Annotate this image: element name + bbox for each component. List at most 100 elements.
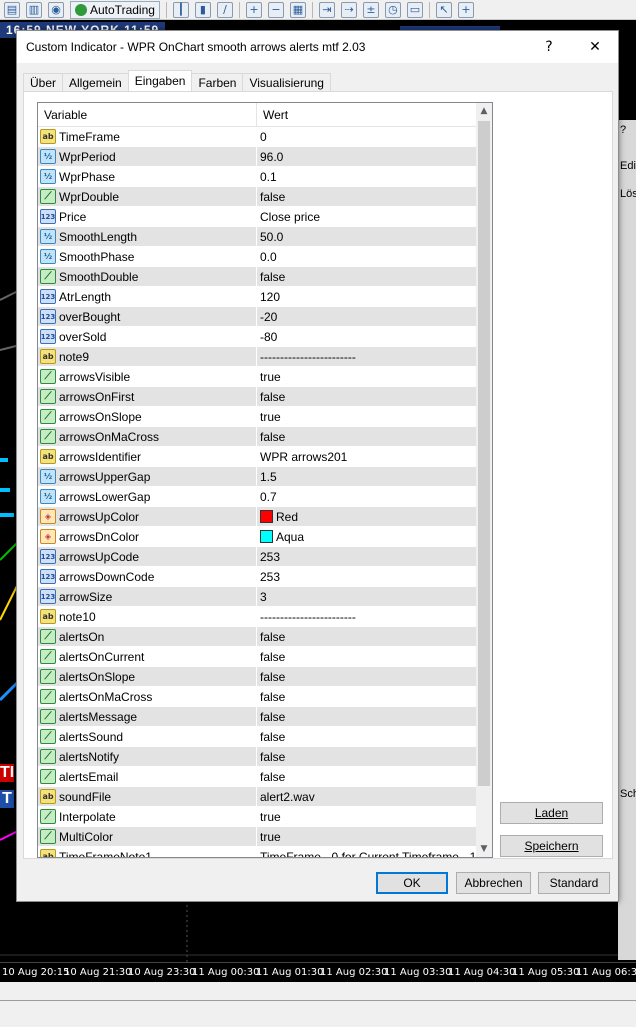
input-row[interactable]: ½ SmoothLength 50.0	[38, 227, 476, 247]
value-cell[interactable]: 50.0	[257, 227, 476, 246]
input-row[interactable]: ⟋ Interpolate true	[38, 807, 476, 827]
help-button[interactable]: ?	[526, 31, 572, 63]
value-cell[interactable]: 0.0	[257, 247, 476, 266]
input-row[interactable]: 123 Price Close price	[38, 207, 476, 227]
scroll-thumb[interactable]	[478, 121, 490, 786]
ok-button[interactable]: OK	[376, 872, 448, 894]
input-row[interactable]: ◈ arrowsUpColor Red	[38, 507, 476, 527]
save-button[interactable]: Speichern	[500, 835, 603, 857]
tab-allgemein[interactable]: Allgemein	[62, 73, 129, 91]
value-cell[interactable]: false	[257, 767, 476, 786]
input-row[interactable]: 123 AtrLength 120	[38, 287, 476, 307]
column-header-variable[interactable]: Variable	[38, 103, 257, 126]
templates-icon[interactable]: ▭	[406, 1, 423, 18]
candle-chart-icon[interactable]: ▮	[194, 1, 211, 18]
value-cell[interactable]: 3	[257, 587, 476, 606]
input-row[interactable]: ab TimeFrameNote1 TimeFrame - 0 for Curren…	[38, 847, 476, 857]
new-order-icon[interactable]: ▤	[4, 1, 20, 18]
load-button[interactable]: Laden	[500, 802, 603, 824]
input-row[interactable]: ⟋ arrowsVisible true	[38, 367, 476, 387]
input-row[interactable]: 123 overSold -80	[38, 327, 476, 347]
input-row[interactable]: ⟋ alertsOnCurrent false	[38, 647, 476, 667]
input-row[interactable]: ⟋ alertsOn false	[38, 627, 476, 647]
chart-shift-icon[interactable]: ⇥	[318, 1, 335, 18]
crosshair-icon[interactable]: +	[457, 1, 474, 18]
input-row[interactable]: ⟋ alertsOnMaCross false	[38, 687, 476, 707]
input-row[interactable]: 123 arrowSize 3	[38, 587, 476, 607]
chart-window-icon[interactable]: ▥	[26, 1, 42, 18]
value-cell[interactable]: true	[257, 407, 476, 426]
input-row[interactable]: ⟋ WprDouble false	[38, 187, 476, 207]
value-cell[interactable]: false	[257, 647, 476, 666]
line-chart-icon[interactable]: ∕	[216, 1, 233, 18]
value-cell[interactable]: 120	[257, 287, 476, 306]
tile-windows-icon[interactable]: ▦	[289, 1, 306, 18]
zoom-in-icon[interactable]: +	[245, 1, 262, 18]
value-cell[interactable]: 1.5	[257, 467, 476, 486]
input-row[interactable]: ⟋ alertsNotify false	[38, 747, 476, 767]
column-header-value[interactable]: Wert	[257, 103, 476, 126]
value-cell[interactable]: true	[257, 827, 476, 846]
value-cell[interactable]: false	[257, 427, 476, 446]
scroll-up-icon[interactable]: ▲	[476, 103, 492, 119]
value-cell[interactable]: false	[257, 747, 476, 766]
value-cell[interactable]: -80	[257, 327, 476, 346]
value-cell[interactable]: false	[257, 187, 476, 206]
value-cell[interactable]: WPR arrows201	[257, 447, 476, 466]
input-row[interactable]: ½ arrowsUpperGap 1.5	[38, 467, 476, 487]
value-cell[interactable]: ------------------------	[257, 607, 476, 626]
value-cell[interactable]: false	[257, 727, 476, 746]
value-cell[interactable]: TimeFrame - 0 for Current Timeframe - 1 …	[257, 847, 476, 858]
reset-button[interactable]: Standard	[538, 872, 610, 894]
scroll-down-icon[interactable]: ▼	[476, 841, 492, 857]
input-row[interactable]: ⟋ SmoothDouble false	[38, 267, 476, 287]
input-row[interactable]: ⟋ alertsOnSlope false	[38, 667, 476, 687]
input-row[interactable]: ab note10 ------------------------	[38, 607, 476, 627]
value-cell[interactable]: false	[257, 627, 476, 646]
value-cell[interactable]: Red	[257, 507, 476, 526]
value-cell[interactable]: false	[257, 267, 476, 286]
value-cell[interactable]: 253	[257, 567, 476, 586]
value-cell[interactable]: Aqua	[257, 527, 476, 546]
value-cell[interactable]: true	[257, 807, 476, 826]
input-row[interactable]: ⟋ alertsMessage false	[38, 707, 476, 727]
value-cell[interactable]: 253	[257, 547, 476, 566]
zoom-out-icon[interactable]: −	[267, 1, 284, 18]
input-row[interactable]: ⟋ alertsSound false	[38, 727, 476, 747]
cursor-icon[interactable]: ↖	[435, 1, 452, 18]
value-cell[interactable]: false	[257, 387, 476, 406]
input-row[interactable]: ⟋ alertsEmail false	[38, 767, 476, 787]
input-row[interactable]: ⟋ arrowsOnFirst false	[38, 387, 476, 407]
value-cell[interactable]: alert2.wav	[257, 787, 476, 806]
input-row[interactable]: 123 overBought -20	[38, 307, 476, 327]
value-cell[interactable]: 96.0	[257, 147, 476, 166]
input-row[interactable]: ½ arrowsLowerGap 0.7	[38, 487, 476, 507]
add-indicator-icon[interactable]: ±	[362, 1, 379, 18]
input-row[interactable]: ab note9 ------------------------	[38, 347, 476, 367]
dialog-titlebar[interactable]: Custom Indicator - WPR OnChart smooth ar…	[17, 31, 618, 63]
value-cell[interactable]: 0	[257, 127, 476, 146]
input-row[interactable]: ab soundFile alert2.wav	[38, 787, 476, 807]
input-row[interactable]: ⟋ arrowsOnMaCross false	[38, 427, 476, 447]
input-row[interactable]: ab TimeFrame 0	[38, 127, 476, 147]
input-row[interactable]: ½ WprPeriod 96.0	[38, 147, 476, 167]
input-row[interactable]: ab arrowsIdentifier WPR arrows201	[38, 447, 476, 467]
autotrading-button[interactable]: AutoTrading	[70, 0, 160, 19]
value-cell[interactable]: false	[257, 667, 476, 686]
cancel-button[interactable]: Abbrechen	[456, 872, 531, 894]
input-row[interactable]: 123 arrowsDownCode 253	[38, 567, 476, 587]
input-row[interactable]: ⟋ MultiColor true	[38, 827, 476, 847]
close-button[interactable]: ✕	[572, 31, 618, 63]
tab-über[interactable]: Über	[23, 73, 64, 91]
value-cell[interactable]: 0.1	[257, 167, 476, 186]
value-cell[interactable]: Close price	[257, 207, 476, 226]
tab-eingaben[interactable]: Eingaben	[127, 70, 193, 91]
input-row[interactable]: ½ WprPhase 0.1	[38, 167, 476, 187]
input-row[interactable]: 123 arrowsUpCode 253	[38, 547, 476, 567]
input-row[interactable]: ⟋ arrowsOnSlope true	[38, 407, 476, 427]
periods-icon[interactable]: ◷	[384, 1, 401, 18]
input-row[interactable]: ½ SmoothPhase 0.0	[38, 247, 476, 267]
bar-chart-icon[interactable]: ┃	[172, 1, 189, 18]
value-cell[interactable]: true	[257, 367, 476, 386]
tab-visualisierung[interactable]: Visualisierung	[242, 73, 331, 91]
